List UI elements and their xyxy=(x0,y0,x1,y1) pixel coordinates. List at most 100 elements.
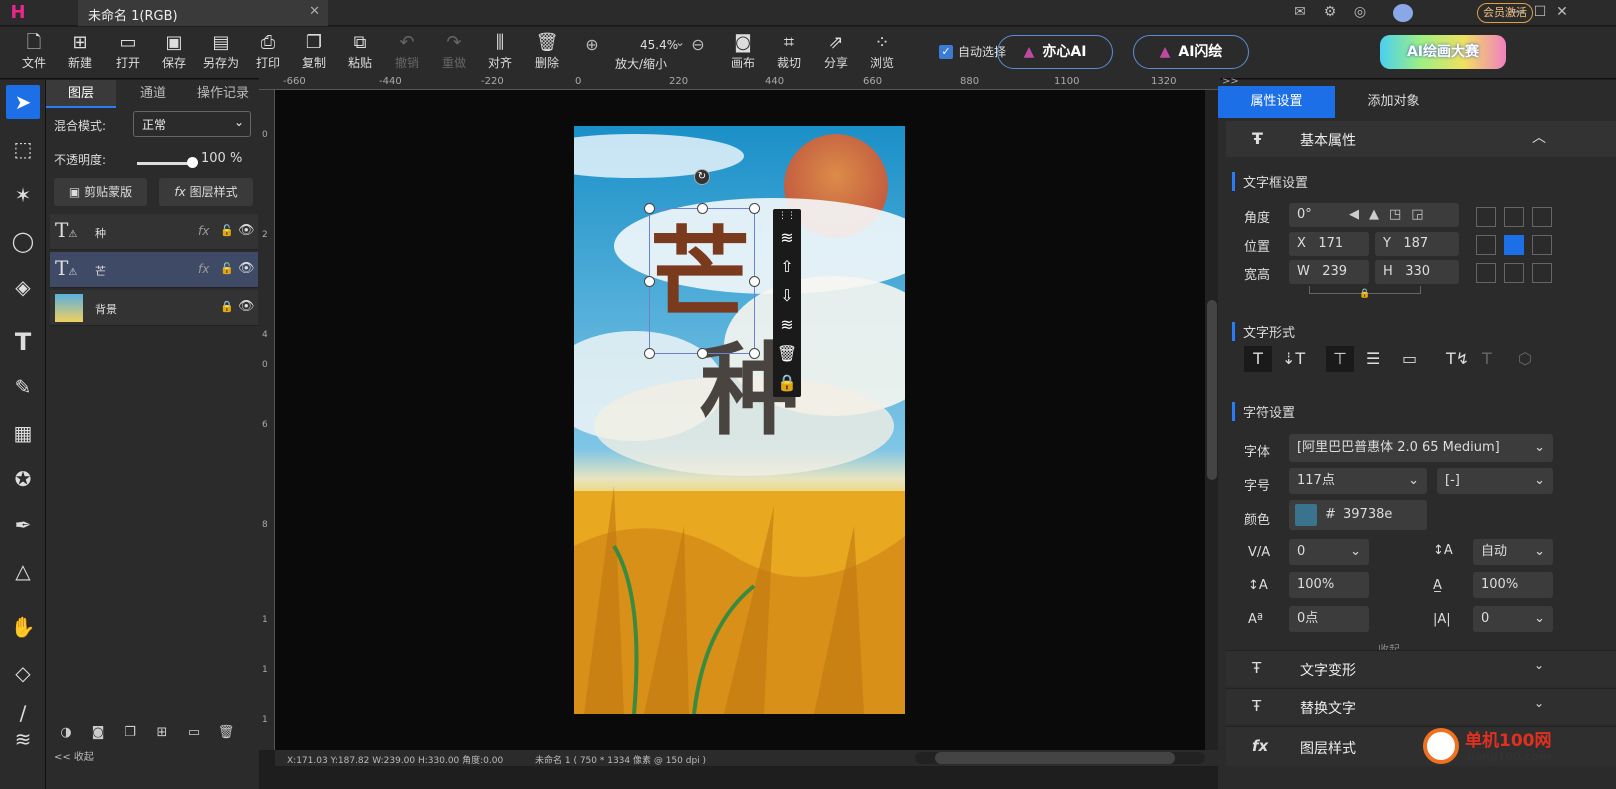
vertical-scrollbar[interactable] xyxy=(1205,90,1219,750)
ai-button-2[interactable]: ▲ AI闪绘 xyxy=(1133,35,1249,69)
font-variant-select[interactable]: [-] ⌄ xyxy=(1437,468,1553,494)
resize-handle[interactable] xyxy=(644,276,655,287)
close-tab-icon[interactable]: ✕ xyxy=(309,4,320,19)
chevron-down-icon[interactable]: ⌄ xyxy=(670,35,690,53)
kerning-select[interactable]: 0 ⌄ xyxy=(1473,606,1553,632)
opacity-slider[interactable] xyxy=(137,162,192,165)
browse-button[interactable]: ⁘ 浏览 xyxy=(860,32,904,76)
mail-icon[interactable]: ✉ xyxy=(1290,4,1310,22)
lock-icon[interactable]: 🔓 xyxy=(220,262,234,275)
tracking-select[interactable]: 0 ⌄ xyxy=(1289,539,1369,565)
blend-mode-select[interactable]: 正常 ⌄ xyxy=(133,111,251,137)
angle-input[interactable]: 0° ◀▲◳◲ xyxy=(1289,203,1459,227)
document-tab[interactable]: 未命名 1(RGB) ✕ xyxy=(78,0,328,26)
opacity-slider-knob[interactable] xyxy=(187,157,198,168)
share-button[interactable]: ⇗ 分享 xyxy=(814,32,858,76)
eye-icon[interactable]: 👁 xyxy=(238,299,255,314)
replace-text-row[interactable]: Ŧ 替换文字 ⌄ xyxy=(1226,688,1616,724)
lock-icon[interactable]: 🔒 xyxy=(220,300,234,313)
print-button[interactable]: ⎙ 打印 xyxy=(246,32,290,76)
hand-icon[interactable]: ✋ xyxy=(6,610,40,644)
vertical-scale-input[interactable]: 100% xyxy=(1289,572,1369,598)
zoom-out-icon[interactable]: ⊖ xyxy=(688,35,708,54)
tab-add-object[interactable]: 添加对象 xyxy=(1335,86,1452,118)
ai-contest-banner[interactable]: AI绘画大赛 xyxy=(1380,35,1506,69)
layer-row[interactable]: 背景 🔒 👁 xyxy=(50,290,258,326)
ai-button-1[interactable]: ▲ 亦心AI xyxy=(997,35,1113,69)
text-transform-row[interactable]: Ŧ 文字变形 ⌄ xyxy=(1226,650,1616,686)
open-button[interactable]: ▭ 打开 xyxy=(106,32,150,76)
new-layer-icon[interactable]: ⊞ xyxy=(146,725,178,740)
leading-select[interactable]: 自动 ⌄ xyxy=(1473,539,1553,565)
pen-icon[interactable]: ✒ xyxy=(6,508,40,542)
y-input[interactable]: Y 187 xyxy=(1375,232,1459,256)
aspect-lock-icon[interactable]: 🔒 xyxy=(1359,289,1370,299)
baseline-input[interactable]: 0点 xyxy=(1289,606,1369,632)
paste-button[interactable]: ⧉ 粘贴 xyxy=(338,32,382,76)
horizontal-scale-input[interactable]: 100% xyxy=(1473,572,1553,598)
drag-handle-icon[interactable]: ⋮⋮ xyxy=(773,209,801,223)
folder-icon[interactable]: ▭ xyxy=(178,725,210,740)
vertical-textbox-icon[interactable]: ☰ xyxy=(1366,349,1380,368)
font-select[interactable]: [阿里巴巴普惠体 2.0 65 Medium] ⌄ xyxy=(1289,434,1553,462)
color-input[interactable]: # 39738e xyxy=(1289,500,1427,530)
avatar[interactable] xyxy=(1393,4,1413,22)
resize-handle[interactable] xyxy=(749,276,760,287)
tab-history[interactable]: 操作记录 xyxy=(188,80,258,108)
brush-icon[interactable]: ✎ xyxy=(6,370,40,404)
move-down-icon[interactable]: ⇩ xyxy=(773,281,801,310)
textbox-icon[interactable]: ⊤ xyxy=(1326,346,1354,372)
undo-button[interactable]: ↶ 撤销 xyxy=(385,32,429,76)
resize-handle[interactable] xyxy=(749,203,760,214)
x-input[interactable]: X 171 xyxy=(1289,232,1369,256)
new-button[interactable]: ⊞ 新建 xyxy=(58,32,102,76)
layer-style-button[interactable]: fx 图层样式 xyxy=(159,178,253,206)
trash-icon[interactable]: 🗑 xyxy=(210,725,242,740)
horizontal-text-icon[interactable]: T xyxy=(1244,346,1272,372)
shape-icon[interactable]: △ xyxy=(6,554,40,588)
lock-icon[interactable]: 🔓 xyxy=(220,224,234,237)
tab-channels[interactable]: 通道 xyxy=(118,80,188,108)
anchor-grid[interactable] xyxy=(1476,207,1554,287)
stamp-icon[interactable]: ✪ xyxy=(6,462,40,496)
scroll-thumb[interactable] xyxy=(935,752,1175,764)
text-path-icon[interactable]: T↯ xyxy=(1446,349,1469,368)
maximize-icon[interactable]: ☐ xyxy=(1530,4,1550,22)
select-arrow-icon[interactable]: ➤ xyxy=(6,85,40,119)
w-input[interactable]: W 239 xyxy=(1289,260,1369,284)
copy-button[interactable]: ❐ 复制 xyxy=(292,32,336,76)
mask-icon[interactable]: ◙ xyxy=(82,725,114,740)
file-button[interactable]: 🗋 文件 xyxy=(12,32,56,76)
collapse-button[interactable]: << 收起 xyxy=(46,750,259,766)
redo-button[interactable]: ↷ 重做 xyxy=(432,32,476,76)
vertical-text-icon[interactable]: ⇣T xyxy=(1282,349,1305,368)
font-size-select[interactable]: 117点 ⌄ xyxy=(1289,468,1427,494)
lasso-icon[interactable]: ◯ xyxy=(6,224,40,258)
minimize-icon[interactable]: — xyxy=(1508,4,1528,22)
layer-row[interactable]: T⚠ 芒 fx 🔓 👁 xyxy=(50,252,258,288)
layer-row[interactable]: T⚠ 种 fx 🔓 👁 xyxy=(50,214,258,250)
bring-to-front-icon[interactable]: ≋ xyxy=(773,223,801,252)
align-button[interactable]: ⫼ 对齐 xyxy=(478,32,522,76)
close-window-icon[interactable]: ✕ xyxy=(1552,4,1572,22)
magic-wand-icon[interactable]: ✶ xyxy=(6,178,40,212)
group-icon[interactable]: ❐ xyxy=(114,725,146,740)
auto-select-checkbox[interactable]: ✓ xyxy=(939,45,953,59)
resize-handle[interactable] xyxy=(644,348,655,359)
text-tool-icon[interactable]: T xyxy=(6,325,40,359)
eraser-icon[interactable]: ▦ xyxy=(6,416,40,450)
lock-icon[interactable]: 🔒 xyxy=(773,368,801,397)
clipping-mask-button[interactable]: ▣ 剪贴蒙版 xyxy=(54,178,147,206)
eye-icon[interactable]: 👁 xyxy=(238,261,255,276)
trash-icon[interactable]: 🗑 xyxy=(773,339,801,368)
resize-handle[interactable] xyxy=(749,348,760,359)
marquee-icon[interactable]: ⬚ xyxy=(6,132,40,166)
transform-icon[interactable]: ◇ xyxy=(6,656,40,690)
save-as-button[interactable]: ▤ 另存为 xyxy=(199,32,243,76)
compass-icon[interactable]: ◎ xyxy=(1350,4,1370,22)
scroll-thumb[interactable] xyxy=(1207,300,1217,480)
canvas-button[interactable]: ◙ 画布 xyxy=(721,32,765,76)
layer-fx-icon[interactable]: fx xyxy=(198,262,209,276)
text-area-icon[interactable]: ▭ xyxy=(1402,349,1417,368)
resize-handle[interactable] xyxy=(697,203,708,214)
